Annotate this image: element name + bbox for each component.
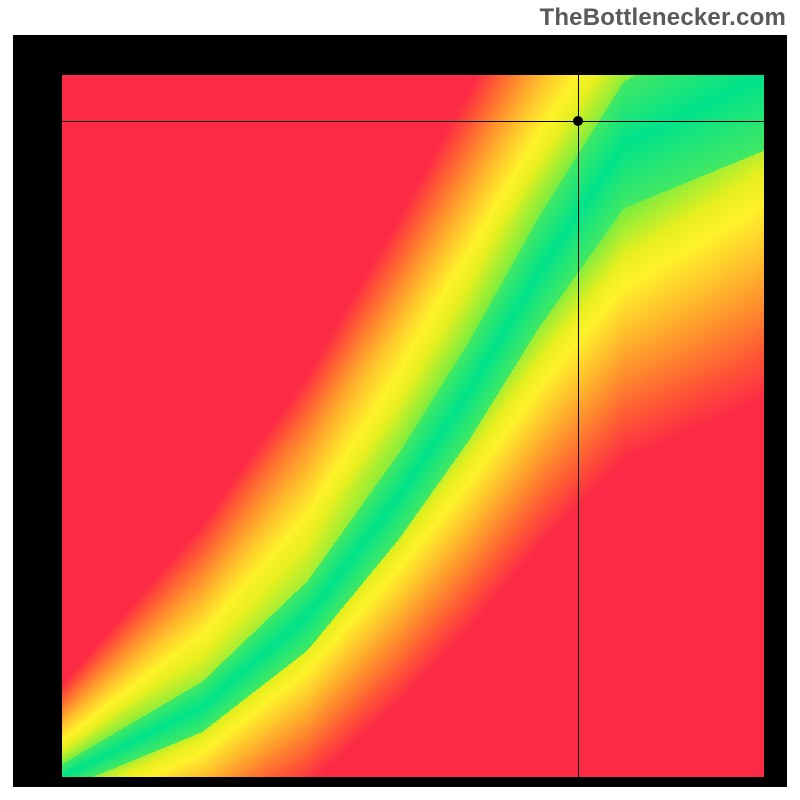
watermark-text: TheBottlenecker.com	[539, 4, 786, 32]
bottleneck-heatmap	[62, 75, 764, 777]
chart-outer-frame	[13, 35, 787, 787]
chart-wrapper: TheBottlenecker.com	[0, 0, 800, 800]
